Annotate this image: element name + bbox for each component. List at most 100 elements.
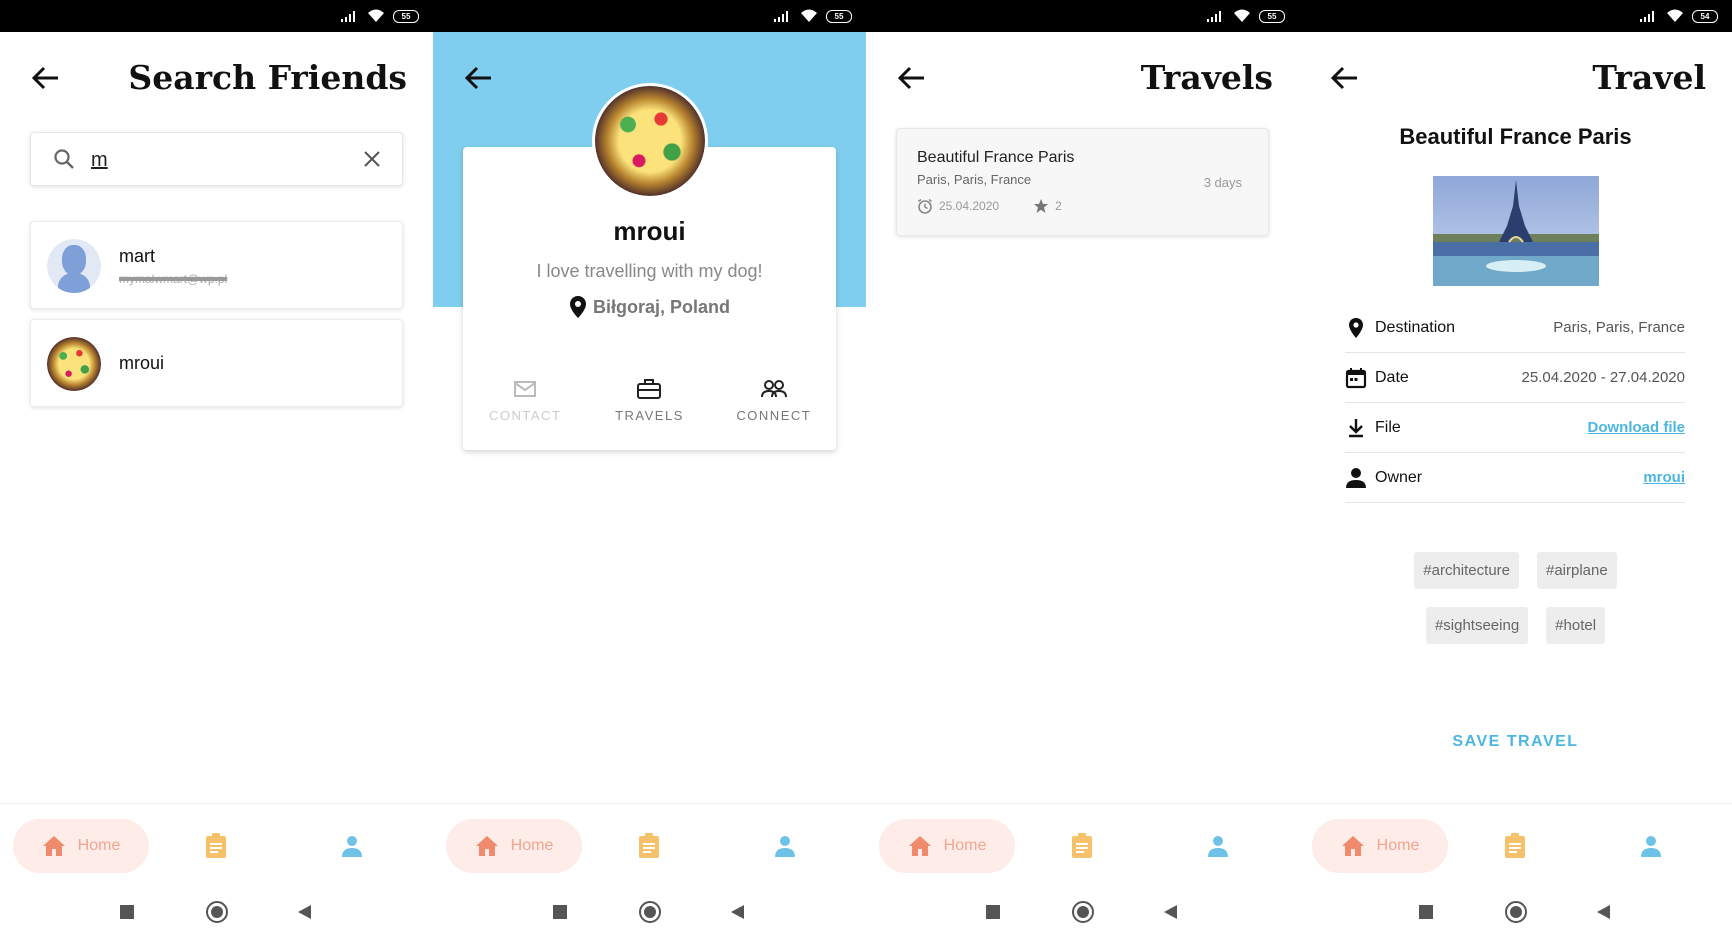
wifi-icon	[1234, 9, 1250, 22]
travels-screen: 55 Travels Beautiful France Paris Paris,…	[866, 0, 1299, 937]
location-text: Biłgoraj, Poland	[592, 296, 730, 317]
contact-label: CONTACT	[488, 408, 562, 423]
avatar	[592, 83, 708, 199]
android-home-button[interactable]	[1505, 901, 1527, 923]
nav-home-button[interactable]: Home	[1312, 819, 1448, 873]
android-back-button[interactable]	[731, 905, 744, 919]
signal-icon	[1640, 10, 1658, 22]
nav-home-button[interactable]: Home	[446, 819, 582, 873]
wifi-icon	[1667, 9, 1683, 22]
friend-result-card[interactable]: mroui	[30, 319, 403, 407]
status-bar: 54	[1299, 0, 1732, 32]
person-icon[interactable]	[1639, 834, 1663, 858]
default-person-avatar-icon	[47, 239, 101, 293]
tag-chip[interactable]: #hotel	[1546, 607, 1606, 644]
travel-card[interactable]: Beautiful France Paris Paris, Paris, Fra…	[896, 128, 1269, 236]
owner-link[interactable]: mroui	[1643, 469, 1685, 486]
android-back-button[interactable]	[298, 905, 311, 919]
android-home-button[interactable]	[206, 901, 228, 923]
file-row: File Download file	[1345, 403, 1685, 453]
profile-photo	[595, 86, 705, 196]
back-arrow-icon[interactable]	[896, 62, 928, 94]
back-arrow-icon[interactable]	[1329, 62, 1361, 94]
back-arrow-icon[interactable]	[30, 62, 62, 94]
contact-button[interactable]: CONTACT	[463, 378, 587, 423]
recent-apps-button[interactable]	[120, 905, 134, 919]
profile-photo	[47, 337, 101, 391]
status-bar: 55	[866, 0, 1299, 32]
page-title: Search Friends	[128, 58, 407, 97]
connect-button[interactable]: CONNECT	[712, 378, 836, 423]
connect-label: CONNECT	[736, 408, 812, 423]
travel-title: Beautiful France Paris	[917, 149, 1075, 166]
android-back-button[interactable]	[1597, 905, 1610, 919]
travel-photo	[1433, 176, 1599, 286]
location-pin-icon	[569, 296, 586, 318]
app-screens: 55 Search Friends mart mymalwmart@wp.pl …	[0, 0, 1732, 937]
search-friends-screen: 55 Search Friends mart mymalwmart@wp.pl …	[0, 0, 433, 937]
android-nav-bar	[433, 887, 866, 937]
person-icon[interactable]	[340, 834, 364, 858]
android-nav-bar	[866, 887, 1299, 937]
android-back-button[interactable]	[1164, 905, 1177, 919]
search-input[interactable]	[91, 145, 341, 175]
location-pin-icon	[1349, 317, 1363, 338]
travel-name: Beautiful France Paris	[1399, 124, 1632, 149]
profile-actions: CONTACT TRAVELS CONNECT	[463, 378, 836, 423]
destination-row: Destination Paris, Paris, France	[1345, 303, 1685, 353]
owner-row: Owner mroui	[1345, 453, 1685, 503]
travel-date: 25.04.2020	[939, 199, 1000, 213]
clipboard-icon[interactable]	[1070, 833, 1094, 859]
bottom-nav: Home	[866, 803, 1299, 887]
person-icon[interactable]	[1206, 834, 1230, 858]
avatar	[47, 337, 101, 391]
travel-stars: 2	[1055, 199, 1062, 213]
profile-bio: I love travelling with my dog!	[536, 261, 763, 281]
nav-home-button[interactable]: Home	[13, 819, 149, 873]
travels-button[interactable]: TRAVELS	[587, 378, 711, 423]
home-icon	[42, 836, 65, 856]
tag-chip[interactable]: #airplane	[1537, 552, 1617, 589]
nav-home-label: Home	[1376, 837, 1420, 854]
friend-name: mart	[119, 246, 155, 266]
friend-result-card[interactable]: mart mymalwmart@wp.pl	[30, 221, 403, 309]
clipboard-icon[interactable]	[1503, 833, 1527, 859]
save-travel-button[interactable]: SAVE TRAVEL	[1299, 733, 1732, 751]
travel-meta: 25.04.2020 2	[917, 198, 1062, 214]
android-home-button[interactable]	[1072, 901, 1094, 923]
clipboard-icon[interactable]	[204, 833, 228, 859]
bottom-nav: Home	[1299, 803, 1732, 887]
alarm-clock-icon	[918, 198, 932, 214]
recent-apps-button[interactable]	[986, 905, 1000, 919]
signal-icon	[1207, 10, 1225, 22]
date-value: 25.04.2020 - 27.04.2020	[1521, 369, 1685, 386]
person-icon	[1346, 467, 1366, 488]
travel-place: Paris, Paris, France	[917, 172, 1032, 187]
clipboard-icon[interactable]	[637, 833, 661, 859]
nav-home-button[interactable]: Home	[879, 819, 1015, 873]
download-file-link[interactable]: Download file	[1588, 419, 1686, 436]
clear-search-icon[interactable]	[362, 149, 382, 169]
travel-details: Destination Paris, Paris, France Date 25…	[1345, 303, 1685, 503]
search-icon	[54, 149, 74, 169]
tag-chip[interactable]: #sightseeing	[1425, 607, 1529, 644]
android-home-button[interactable]	[639, 901, 661, 923]
wifi-icon	[801, 9, 817, 22]
mail-icon	[514, 381, 537, 397]
owner-label: Owner	[1375, 468, 1423, 486]
recent-apps-button[interactable]	[1419, 905, 1433, 919]
search-box	[30, 132, 403, 186]
home-icon	[475, 836, 498, 856]
tag-chip[interactable]: #architecture	[1414, 552, 1519, 589]
profile-name: mroui	[613, 216, 686, 246]
person-icon[interactable]	[773, 834, 797, 858]
status-bar: 55	[0, 0, 433, 32]
travel-duration: 3 days	[1203, 175, 1242, 190]
briefcase-icon	[637, 379, 662, 399]
friend-email: mymalwmart@wp.pl	[119, 272, 228, 286]
battery-icon: 55	[1259, 9, 1285, 23]
back-arrow-icon[interactable]	[463, 62, 495, 94]
nav-home-label: Home	[510, 837, 554, 854]
recent-apps-button[interactable]	[553, 905, 567, 919]
friend-name: mroui	[119, 353, 165, 373]
